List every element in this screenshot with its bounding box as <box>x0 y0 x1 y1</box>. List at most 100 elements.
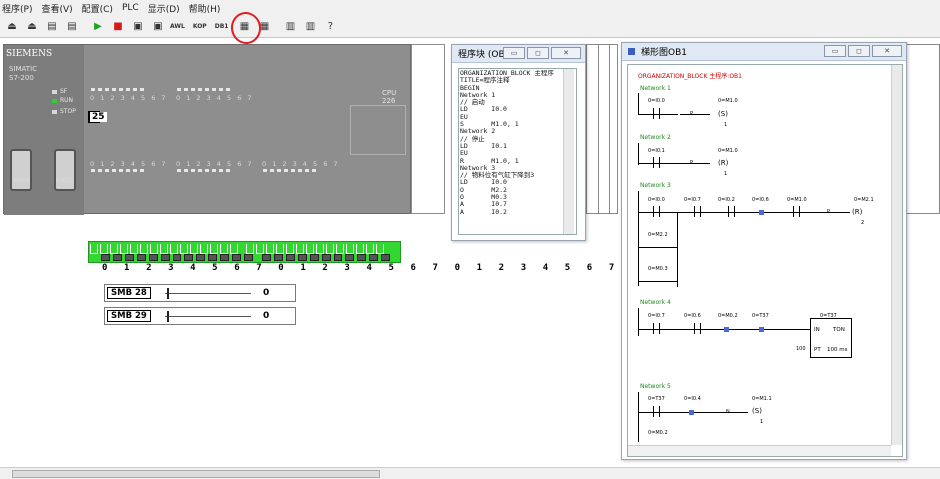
n3-contact-c <box>694 206 695 217</box>
menu-help[interactable]: 帮助(H) <box>189 2 221 15</box>
plc-left-section: SIEMENS SIMATIC S7-200 SF RUN STOP PORT0… <box>4 45 84 215</box>
close-icon[interactable]: ✕ <box>872 45 902 57</box>
n5-s-text: S <box>754 407 760 415</box>
statement-list-code[interactable]: ORGANIZATION_BLOCK 主程序 TITLE=程序注释 BEGIN … <box>460 70 570 234</box>
main-hscroll-thumb[interactable] <box>12 470 380 478</box>
n2-coil-label: 0=M1.0 <box>718 148 738 154</box>
n2-contact-1-label: 0=I0.1 <box>648 148 665 154</box>
code-vscroll[interactable] <box>563 69 574 234</box>
n3-contact-d <box>700 206 701 217</box>
smb28-slider-thumb[interactable] <box>167 288 169 299</box>
port0-label: PORT0 <box>14 178 31 184</box>
input-leds-b <box>177 169 233 173</box>
n1-contact-a <box>653 108 654 119</box>
led-run-label: RUN <box>60 97 74 104</box>
n4-contact-4-label: 0=T37 <box>752 313 769 319</box>
input-leds-c <box>263 169 319 173</box>
monitor-off-icon[interactable]: ▣ <box>150 19 166 35</box>
n5-branch-label: 0=M0.2 <box>648 430 668 436</box>
smb28-track[interactable] <box>165 293 251 294</box>
n1-s-text: S <box>720 110 726 118</box>
port1-label: PORT1 <box>56 178 73 184</box>
n5-n-label: N <box>726 409 730 415</box>
menu-view[interactable]: 查看(V) <box>41 2 72 15</box>
monitor-icon[interactable]: ▣ <box>130 19 146 35</box>
maximize-icon[interactable]: ◻ <box>848 45 870 57</box>
main-hscroll[interactable] <box>0 467 940 479</box>
help-icon[interactable]: ? <box>322 19 338 35</box>
ton-timer-block: IN TON PT 100 ms <box>810 318 852 358</box>
output-numbers-a: 0 1 2 3 4 5 6 7 <box>90 94 168 102</box>
print-preview-icon[interactable]: ▤ <box>64 19 80 35</box>
awl-button[interactable]: AWL <box>170 23 185 30</box>
smb29-slider-thumb[interactable] <box>167 311 169 322</box>
n4-contact-2-label: 0=I0.6 <box>684 313 701 319</box>
cartridge-slot <box>350 105 406 155</box>
plc-display-value: 25 <box>90 112 107 122</box>
n3-branch-join <box>677 212 678 287</box>
open-icon[interactable]: ⏏ <box>4 19 20 35</box>
n3-contact-4-label: 0=I0.6 <box>752 197 769 203</box>
module-icon[interactable]: ▥ <box>282 19 298 35</box>
n3-contact-a <box>653 206 654 217</box>
menu-plc[interactable]: PLC <box>122 3 139 13</box>
switch-tabs[interactable] <box>90 244 400 254</box>
minimize-icon[interactable]: ▭ <box>824 45 846 57</box>
menu-config[interactable]: 配置(C) <box>82 2 113 15</box>
close-icon[interactable]: ✕ <box>551 47 581 59</box>
n4-contact-d <box>700 323 701 334</box>
menu-display[interactable]: 显示(D) <box>148 2 180 15</box>
n2-p-label: P <box>690 160 694 166</box>
smb29-control: SMB 29 0 <box>104 307 296 325</box>
network-5-label: Network 5 <box>640 383 671 390</box>
switch-toggles[interactable] <box>101 254 393 263</box>
n5-contact-1-label: 0=T37 <box>648 396 665 402</box>
n3-contact-f <box>734 206 735 217</box>
n5-coil-count: 1 <box>760 419 764 425</box>
port1-connector[interactable] <box>54 149 76 191</box>
menu-program[interactable]: 程序(P) <box>2 2 32 15</box>
stop-icon[interactable]: ■ <box>110 19 126 35</box>
n2-coil-count: 1 <box>724 171 728 177</box>
ladder-window-titlebar[interactable]: 梯形图OB1 ▭ ◻ ✕ <box>622 43 906 61</box>
port0-connector[interactable] <box>10 149 32 191</box>
load-icon[interactable]: ⏏ <box>24 19 40 35</box>
kop-button[interactable]: KOP <box>193 23 207 30</box>
print-icon[interactable]: ▤ <box>44 19 60 35</box>
n1-coil-label: 0=M1.0 <box>718 98 738 104</box>
maximize-icon[interactable]: ◻ <box>527 47 549 59</box>
n4-contact-active-2 <box>759 327 764 332</box>
smb28-label: SMB 28 <box>107 287 151 299</box>
input-numbers-c: 0 1 2 3 4 5 6 7 <box>262 160 340 168</box>
input-leds-a <box>91 169 147 173</box>
n3-wire <box>638 212 850 213</box>
network-1-label: Network 1 <box>640 85 671 92</box>
ton-in-label: IN <box>814 327 820 333</box>
n4-contact-active-1 <box>724 327 729 332</box>
plc-panel: SIEMENS SIMATIC S7-200 SF RUN STOP PORT0… <box>3 44 411 215</box>
minimize-icon[interactable]: ▭ <box>503 47 525 59</box>
run-icon[interactable]: ▶ <box>90 19 106 35</box>
led-stop: STOP <box>52 108 76 115</box>
led-stop-label: STOP <box>60 108 76 115</box>
network-3-label: Network 3 <box>640 182 671 189</box>
n3-contact-g <box>793 206 794 217</box>
smb29-track[interactable] <box>165 316 251 317</box>
n5-contact-b <box>659 406 660 417</box>
n4-contact-b <box>659 323 660 334</box>
ton-base-label: 100 ms <box>827 347 848 353</box>
input-numbers-b: 0 1 2 3 4 5 6 7 <box>176 160 254 168</box>
brand-label: SIEMENS <box>6 49 53 59</box>
n2-contact-a <box>653 157 654 168</box>
program-window-titlebar[interactable]: 程序块 (OB1) ▭ ◻ ✕ <box>452 45 585 63</box>
network-2-label: Network 2 <box>640 134 671 141</box>
db1-button[interactable]: DB1 <box>215 23 229 30</box>
ladder-vscroll[interactable] <box>891 65 902 445</box>
power-rail <box>638 191 639 286</box>
input-numbers-a: 0 1 2 3 4 5 6 7 <box>90 160 168 168</box>
configure-icon[interactable]: ▥ <box>302 19 318 35</box>
ladder-hscroll[interactable] <box>628 445 891 456</box>
model-text: S7-200 <box>9 74 34 82</box>
ton-name-label: TON <box>833 327 845 333</box>
program-window-controls: ▭ ◻ ✕ <box>501 47 581 59</box>
